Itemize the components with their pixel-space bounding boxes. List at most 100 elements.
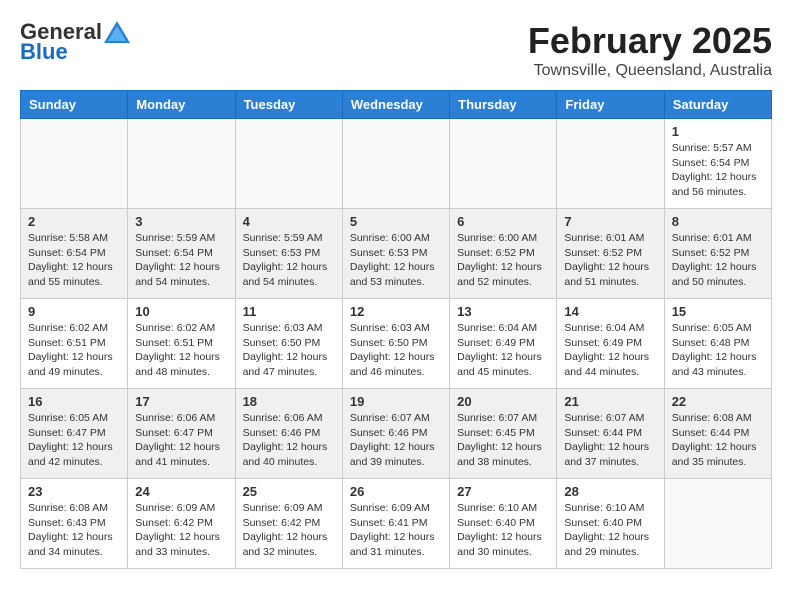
- day-number: 23: [28, 484, 120, 499]
- logo: General Blue: [20, 20, 130, 64]
- calendar-day-cell: 11 Sunrise: 6:03 AM Sunset: 6:50 PM Dayli…: [235, 299, 342, 389]
- day-info: Sunrise: 6:06 AM Sunset: 6:47 PM Dayligh…: [135, 411, 227, 470]
- weekday-header-friday: Friday: [557, 91, 664, 119]
- day-number: 14: [564, 304, 656, 319]
- calendar-day-cell: 4 Sunrise: 5:59 AM Sunset: 6:53 PM Daylig…: [235, 209, 342, 299]
- calendar-week-row: 2 Sunrise: 5:58 AM Sunset: 6:54 PM Daylig…: [21, 209, 772, 299]
- day-info: Sunrise: 6:06 AM Sunset: 6:46 PM Dayligh…: [243, 411, 335, 470]
- calendar-day-cell: 14 Sunrise: 6:04 AM Sunset: 6:49 PM Dayli…: [557, 299, 664, 389]
- calendar-day-cell: 1Sunrise: 5:57 AM Sunset: 6:54 PM Daylig…: [664, 119, 771, 209]
- day-number: 22: [672, 394, 764, 409]
- calendar-day-cell: 20Sunrise: 6:07 AM Sunset: 6:45 PM Dayli…: [450, 389, 557, 479]
- calendar-day-cell: 15 Sunrise: 6:05 AM Sunset: 6:48 PM Dayli…: [664, 299, 771, 389]
- calendar-day-cell: 26 Sunrise: 6:09 AM Sunset: 6:41 PM Dayli…: [342, 479, 449, 569]
- day-info: Sunrise: 6:09 AM Sunset: 6:42 PM Dayligh…: [243, 501, 335, 560]
- day-info: Sunrise: 5:59 AM Sunset: 6:53 PM Dayligh…: [243, 231, 335, 290]
- weekday-header-tuesday: Tuesday: [235, 91, 342, 119]
- day-number: 10: [135, 304, 227, 319]
- day-number: 11: [243, 304, 335, 319]
- day-info: Sunrise: 6:09 AM Sunset: 6:42 PM Dayligh…: [135, 501, 227, 560]
- day-number: 20: [457, 394, 549, 409]
- weekday-header-saturday: Saturday: [664, 91, 771, 119]
- calendar-week-row: 9 Sunrise: 6:02 AM Sunset: 6:51 PM Daylig…: [21, 299, 772, 389]
- day-info: Sunrise: 6:10 AM Sunset: 6:40 PM Dayligh…: [564, 501, 656, 560]
- calendar-day-cell: 8 Sunrise: 6:01 AM Sunset: 6:52 PM Daylig…: [664, 209, 771, 299]
- calendar-day-cell: 6 Sunrise: 6:00 AM Sunset: 6:52 PM Daylig…: [450, 209, 557, 299]
- day-info: Sunrise: 6:05 AM Sunset: 6:48 PM Dayligh…: [672, 321, 764, 380]
- day-number: 13: [457, 304, 549, 319]
- logo-icon: [104, 21, 130, 43]
- calendar-day-cell: 2 Sunrise: 5:58 AM Sunset: 6:54 PM Daylig…: [21, 209, 128, 299]
- calendar-day-cell: 13 Sunrise: 6:04 AM Sunset: 6:49 PM Dayli…: [450, 299, 557, 389]
- calendar-day-cell: [557, 119, 664, 209]
- day-number: 15: [672, 304, 764, 319]
- day-info: Sunrise: 6:08 AM Sunset: 6:44 PM Dayligh…: [672, 411, 764, 470]
- calendar-day-cell: 17 Sunrise: 6:06 AM Sunset: 6:47 PM Dayli…: [128, 389, 235, 479]
- day-number: 8: [672, 214, 764, 229]
- calendar-day-cell: [450, 119, 557, 209]
- calendar-week-row: 1Sunrise: 5:57 AM Sunset: 6:54 PM Daylig…: [21, 119, 772, 209]
- day-info: Sunrise: 6:04 AM Sunset: 6:49 PM Dayligh…: [564, 321, 656, 380]
- day-number: 6: [457, 214, 549, 229]
- calendar-day-cell: 23 Sunrise: 6:08 AM Sunset: 6:43 PM Dayli…: [21, 479, 128, 569]
- calendar-day-cell: 24 Sunrise: 6:09 AM Sunset: 6:42 PM Dayli…: [128, 479, 235, 569]
- day-number: 12: [350, 304, 442, 319]
- calendar-day-cell: [235, 119, 342, 209]
- calendar-day-cell: [342, 119, 449, 209]
- calendar-day-cell: 18 Sunrise: 6:06 AM Sunset: 6:46 PM Dayli…: [235, 389, 342, 479]
- day-number: 27: [457, 484, 549, 499]
- day-number: 24: [135, 484, 227, 499]
- day-number: 28: [564, 484, 656, 499]
- calendar-day-cell: 21 Sunrise: 6:07 AM Sunset: 6:44 PM Dayli…: [557, 389, 664, 479]
- day-info: Sunrise: 6:01 AM Sunset: 6:52 PM Dayligh…: [564, 231, 656, 290]
- day-info: Sunrise: 6:03 AM Sunset: 6:50 PM Dayligh…: [243, 321, 335, 380]
- day-number: 16: [28, 394, 120, 409]
- day-info: Sunrise: 6:00 AM Sunset: 6:52 PM Dayligh…: [457, 231, 549, 290]
- day-info: Sunrise: 6:10 AM Sunset: 6:40 PM Dayligh…: [457, 501, 549, 560]
- weekday-header-wednesday: Wednesday: [342, 91, 449, 119]
- calendar-table: SundayMondayTuesdayWednesdayThursdayFrid…: [20, 90, 772, 569]
- weekday-header-sunday: Sunday: [21, 91, 128, 119]
- day-number: 21: [564, 394, 656, 409]
- day-info: Sunrise: 6:00 AM Sunset: 6:53 PM Dayligh…: [350, 231, 442, 290]
- day-info: Sunrise: 6:08 AM Sunset: 6:43 PM Dayligh…: [28, 501, 120, 560]
- weekday-header-row: SundayMondayTuesdayWednesdayThursdayFrid…: [21, 91, 772, 119]
- location-title: Townsville, Queensland, Australia: [528, 62, 772, 80]
- calendar-day-cell: 5Sunrise: 6:00 AM Sunset: 6:53 PM Daylig…: [342, 209, 449, 299]
- day-info: Sunrise: 6:07 AM Sunset: 6:46 PM Dayligh…: [350, 411, 442, 470]
- day-info: Sunrise: 6:03 AM Sunset: 6:50 PM Dayligh…: [350, 321, 442, 380]
- day-number: 3: [135, 214, 227, 229]
- day-info: Sunrise: 5:58 AM Sunset: 6:54 PM Dayligh…: [28, 231, 120, 290]
- month-title: February 2025: [528, 20, 772, 62]
- calendar-day-cell: 9 Sunrise: 6:02 AM Sunset: 6:51 PM Daylig…: [21, 299, 128, 389]
- day-info: Sunrise: 6:01 AM Sunset: 6:52 PM Dayligh…: [672, 231, 764, 290]
- day-number: 9: [28, 304, 120, 319]
- calendar-day-cell: 16Sunrise: 6:05 AM Sunset: 6:47 PM Dayli…: [21, 389, 128, 479]
- day-number: 7: [564, 214, 656, 229]
- weekday-header-monday: Monday: [128, 91, 235, 119]
- day-info: Sunrise: 6:04 AM Sunset: 6:49 PM Dayligh…: [457, 321, 549, 380]
- calendar-day-cell: 19Sunrise: 6:07 AM Sunset: 6:46 PM Dayli…: [342, 389, 449, 479]
- day-number: 2: [28, 214, 120, 229]
- calendar-week-row: 16Sunrise: 6:05 AM Sunset: 6:47 PM Dayli…: [21, 389, 772, 479]
- day-info: Sunrise: 5:59 AM Sunset: 6:54 PM Dayligh…: [135, 231, 227, 290]
- day-number: 25: [243, 484, 335, 499]
- calendar-day-cell: 28 Sunrise: 6:10 AM Sunset: 6:40 PM Dayli…: [557, 479, 664, 569]
- calendar-day-cell: [664, 479, 771, 569]
- calendar-day-cell: [21, 119, 128, 209]
- calendar-day-cell: 10 Sunrise: 6:02 AM Sunset: 6:51 PM Dayli…: [128, 299, 235, 389]
- calendar-day-cell: 27 Sunrise: 6:10 AM Sunset: 6:40 PM Dayli…: [450, 479, 557, 569]
- day-info: Sunrise: 6:02 AM Sunset: 6:51 PM Dayligh…: [135, 321, 227, 380]
- weekday-header-thursday: Thursday: [450, 91, 557, 119]
- day-number: 26: [350, 484, 442, 499]
- calendar-day-cell: 25 Sunrise: 6:09 AM Sunset: 6:42 PM Dayli…: [235, 479, 342, 569]
- day-number: 18: [243, 394, 335, 409]
- calendar-day-cell: 7 Sunrise: 6:01 AM Sunset: 6:52 PM Daylig…: [557, 209, 664, 299]
- day-info: Sunrise: 6:07 AM Sunset: 6:44 PM Dayligh…: [564, 411, 656, 470]
- day-info: Sunrise: 6:02 AM Sunset: 6:51 PM Dayligh…: [28, 321, 120, 380]
- day-number: 4: [243, 214, 335, 229]
- calendar-day-cell: 3 Sunrise: 5:59 AM Sunset: 6:54 PM Daylig…: [128, 209, 235, 299]
- day-number: 17: [135, 394, 227, 409]
- page-header: General Blue February 2025 Townsville, Q…: [20, 20, 772, 80]
- day-info: Sunrise: 6:09 AM Sunset: 6:41 PM Dayligh…: [350, 501, 442, 560]
